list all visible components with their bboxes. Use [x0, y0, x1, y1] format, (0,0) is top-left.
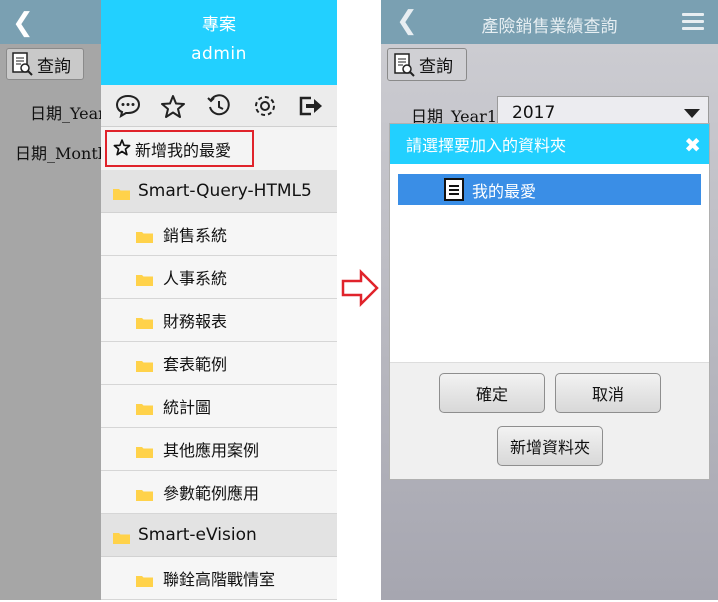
background-header: ❮ — [0, 0, 101, 44]
folder-dialog: 請選擇要加入的資料夾 ✖ 我的最愛 確定 取消 新增資料夾 — [389, 123, 710, 480]
query-label: 查詢 — [419, 57, 453, 77]
folder-tree-item-favorites[interactable]: 我的最愛 — [398, 174, 701, 205]
confirm-button[interactable]: 確定 — [439, 373, 545, 413]
menu-item-label: 聯銓高階戰情室 — [163, 570, 276, 589]
chat-icon[interactable] — [115, 94, 141, 118]
left-screen: ❮ 查詢 日期_Year 日期_Month 專案 admin 新增我的最愛 Sm… — [0, 0, 337, 600]
new-folder-button[interactable]: 新增資料夾 — [497, 426, 603, 466]
menu-item-template[interactable]: 套表範例 — [101, 342, 337, 385]
drawer-header: 專案 admin — [101, 0, 337, 85]
folder-tree-item-label: 我的最愛 — [472, 181, 537, 201]
drawer-username: admin — [191, 44, 247, 64]
side-drawer: 專案 admin 新增我的最愛 Smart-Query-HTML5 銷售系統 人… — [101, 0, 337, 600]
add-favorite-button[interactable]: 新增我的最愛 — [105, 130, 254, 167]
folder-icon — [136, 314, 153, 329]
history-icon[interactable] — [206, 93, 232, 118]
dialog-footer: 確定 取消 新增資料夾 — [390, 362, 709, 479]
menu-item-label: 人事系統 — [163, 269, 228, 288]
right-screen: ❮ 產險銷售業績查詢 查詢 日期_Year1 2017 請選擇要加入的資料夾 ✖… — [381, 0, 718, 600]
menu-item-other-cases[interactable]: 其他應用案例 — [101, 428, 337, 471]
folder-icon — [136, 400, 153, 415]
query-label: 查詢 — [37, 56, 71, 77]
menu-group-label: Smart-eVision — [138, 525, 257, 545]
document-icon — [444, 178, 464, 201]
folder-menu: Smart-Query-HTML5 銷售系統 人事系統 財務報表 套表範例 統計… — [101, 170, 337, 600]
page-title: 產險銷售業績查詢 — [481, 17, 618, 37]
cancel-button[interactable]: 取消 — [555, 373, 661, 413]
drawer-toolbar — [101, 85, 337, 127]
year-select-value: 2017 — [512, 103, 556, 123]
menu-group-smart-query[interactable]: Smart-Query-HTML5 — [101, 170, 337, 213]
app-header: ❮ 產險銷售業績查詢 — [381, 0, 718, 44]
folder-icon — [136, 572, 153, 587]
menu-item-finance[interactable]: 財務報表 — [101, 299, 337, 342]
menu-item-label: 銷售系統 — [163, 226, 228, 245]
dialog-header: 請選擇要加入的資料夾 ✖ — [390, 124, 709, 164]
menu-item-label: 統計圖 — [163, 398, 212, 417]
dropdown-arrow-icon — [684, 109, 700, 118]
logout-icon[interactable] — [297, 94, 323, 118]
menu-item-param-examples[interactable]: 參數範例應用 — [101, 471, 337, 514]
folder-icon — [113, 185, 130, 200]
star-outline-icon — [113, 138, 131, 160]
drawer-title: 專案 — [202, 15, 236, 35]
menu-item-war-room[interactable]: 聯銓高階戰情室 — [101, 557, 337, 600]
arrow-right-icon — [340, 268, 380, 312]
close-icon[interactable]: ✖ — [684, 133, 701, 157]
month-label: 日期_Month — [15, 144, 109, 163]
menu-item-label: 財務報表 — [163, 312, 228, 331]
back-icon[interactable]: ❮ — [12, 8, 34, 38]
menu-group-label: Smart-Query-HTML5 — [138, 181, 312, 201]
folder-tree: 我的最愛 — [390, 164, 709, 362]
query-icon — [11, 52, 33, 76]
folder-icon — [136, 443, 153, 458]
folder-icon — [113, 529, 130, 544]
menu-item-sales[interactable]: 銷售系統 — [101, 213, 337, 256]
folder-icon — [136, 486, 153, 501]
menu-item-label: 套表範例 — [163, 355, 228, 374]
menu-item-label: 參數範例應用 — [163, 484, 260, 503]
menu-item-hr[interactable]: 人事系統 — [101, 256, 337, 299]
folder-icon — [136, 357, 153, 372]
gear-icon[interactable] — [252, 93, 278, 119]
query-icon — [393, 52, 415, 77]
menu-group-smart-evision[interactable]: Smart-eVision — [101, 514, 337, 557]
background-app: ❮ 查詢 日期_Year 日期_Month — [0, 0, 108, 600]
hamburger-menu-icon[interactable] — [682, 13, 704, 30]
folder-icon — [136, 228, 153, 243]
folder-icon — [136, 271, 153, 286]
dialog-title: 請選擇要加入的資料夾 — [406, 136, 567, 155]
menu-item-label: 其他應用案例 — [163, 441, 260, 460]
add-favorite-label: 新增我的最愛 — [135, 140, 232, 160]
query-button[interactable]: 查詢 — [387, 48, 467, 81]
menu-item-charts[interactable]: 統計圖 — [101, 385, 337, 428]
query-button[interactable]: 查詢 — [6, 48, 84, 80]
star-icon[interactable] — [160, 94, 186, 118]
year-label: 日期_Year — [30, 104, 106, 123]
